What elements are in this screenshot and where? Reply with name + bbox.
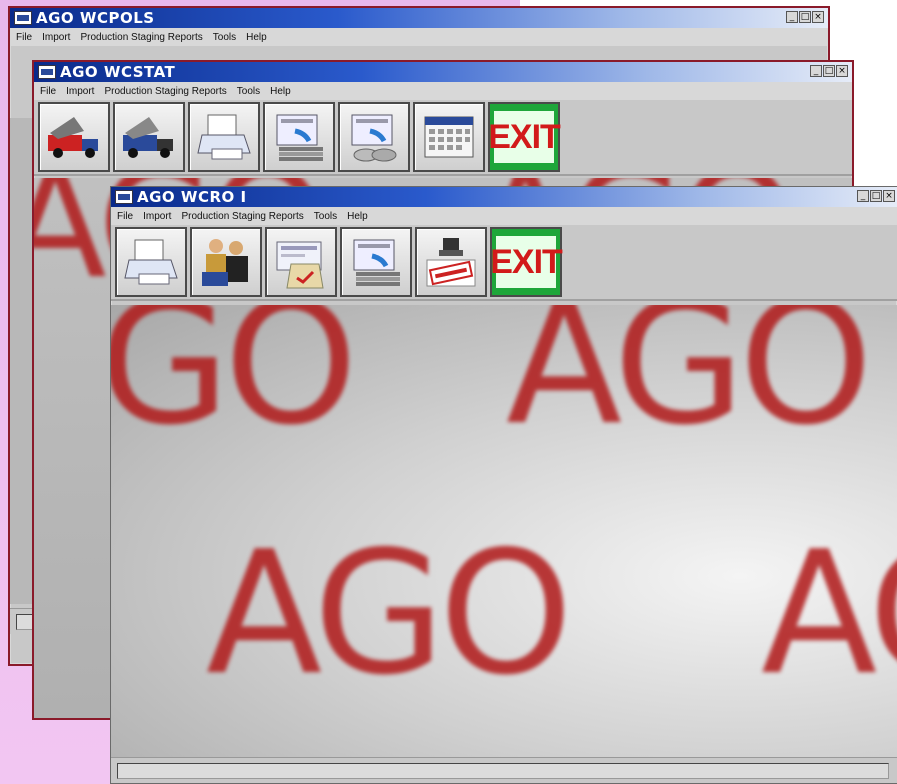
form-edit-button[interactable] bbox=[265, 227, 337, 297]
menu-file[interactable]: File bbox=[40, 86, 56, 97]
menu-help[interactable]: Help bbox=[347, 211, 368, 222]
menu-tools[interactable]: Tools bbox=[213, 32, 236, 43]
menubar: File Import Production Staging Reports T… bbox=[111, 207, 897, 225]
workers-button[interactable] bbox=[190, 227, 262, 297]
form-edit-icon bbox=[276, 241, 324, 289]
calendar-icon bbox=[424, 116, 474, 158]
maximize-button[interactable]: □ bbox=[799, 11, 811, 23]
menu-help[interactable]: Help bbox=[246, 32, 267, 43]
toolbar: EXIT bbox=[111, 225, 897, 301]
menubar: File Import Production Staging Reports T… bbox=[34, 82, 852, 100]
report-stack-icon bbox=[353, 239, 400, 286]
close-button[interactable]: × bbox=[836, 65, 848, 77]
watermark-logo: AGO bbox=[111, 305, 358, 463]
titlebar[interactable]: AGO WCRO I _ □ × bbox=[111, 187, 897, 207]
report-disk-icon bbox=[351, 114, 397, 162]
truck-icon bbox=[48, 117, 98, 158]
maximize-button[interactable]: □ bbox=[823, 65, 835, 77]
menu-production-staging-reports[interactable]: Production Staging Reports bbox=[104, 86, 226, 97]
menu-import[interactable]: Import bbox=[66, 86, 94, 97]
menu-import[interactable]: Import bbox=[143, 211, 171, 222]
menu-file[interactable]: File bbox=[117, 211, 133, 222]
truck-unload-button[interactable] bbox=[113, 102, 185, 172]
menu-tools[interactable]: Tools bbox=[237, 86, 260, 97]
window-title: AGO WCSTAT bbox=[60, 63, 176, 81]
approved-stamp-icon bbox=[426, 238, 476, 287]
watermark-logo: AGO bbox=[206, 515, 573, 713]
statusbar bbox=[111, 757, 897, 783]
menubar: File Import Production Staging Reports T… bbox=[10, 28, 828, 46]
menu-production-staging-reports[interactable]: Production Staging Reports bbox=[181, 211, 303, 222]
exit-label: EXIT bbox=[488, 111, 561, 163]
maximize-button[interactable]: □ bbox=[870, 190, 882, 202]
watermark-logo: AGO bbox=[761, 515, 897, 713]
truck-load-button[interactable] bbox=[38, 102, 110, 172]
calendar-button[interactable] bbox=[413, 102, 485, 172]
window-title: AGO WCPOLS bbox=[36, 9, 155, 27]
report-stack-button[interactable] bbox=[340, 227, 412, 297]
minimize-button[interactable]: _ bbox=[857, 190, 869, 202]
titlebar[interactable]: AGO WCSTAT _ □ × bbox=[34, 62, 852, 82]
report-stack-button[interactable] bbox=[263, 102, 335, 172]
window-controls: _ □ × bbox=[786, 11, 824, 23]
toolbar: EXIT bbox=[34, 100, 852, 176]
printer-icon bbox=[124, 239, 178, 285]
titlebar[interactable]: AGO WCPOLS _ □ × bbox=[10, 8, 828, 28]
content-area: AGO AGO AGO AGO bbox=[111, 305, 897, 757]
window-controls: _ □ × bbox=[810, 65, 848, 77]
status-field bbox=[117, 763, 889, 779]
exit-label: EXIT bbox=[490, 236, 563, 288]
report-stack-icon bbox=[276, 114, 323, 161]
menu-file[interactable]: File bbox=[16, 32, 32, 43]
menu-tools[interactable]: Tools bbox=[314, 211, 337, 222]
workers-icon bbox=[202, 239, 248, 286]
close-button[interactable]: × bbox=[812, 11, 824, 23]
watermark-logo: AGO bbox=[506, 305, 873, 463]
window-controls: _ □ × bbox=[857, 190, 895, 202]
truck-icon bbox=[123, 117, 173, 158]
print-button[interactable] bbox=[188, 102, 260, 172]
print-button[interactable] bbox=[115, 227, 187, 297]
report-disk-button[interactable] bbox=[338, 102, 410, 172]
exit-button[interactable]: EXIT bbox=[490, 227, 563, 297]
menu-production-staging-reports[interactable]: Production Staging Reports bbox=[80, 32, 202, 43]
printer-icon bbox=[197, 114, 251, 160]
app-icon bbox=[38, 65, 56, 79]
exit-button[interactable]: EXIT bbox=[488, 102, 561, 172]
close-button[interactable]: × bbox=[883, 190, 895, 202]
window-title: AGO WCRO I bbox=[137, 188, 247, 206]
menu-help[interactable]: Help bbox=[270, 86, 291, 97]
app-icon bbox=[14, 11, 32, 25]
minimize-button[interactable]: _ bbox=[810, 65, 822, 77]
app-icon bbox=[115, 190, 133, 204]
approve-button[interactable] bbox=[415, 227, 487, 297]
window-wcroi: AGO WCRO I _ □ × File Import Production … bbox=[110, 186, 897, 784]
menu-import[interactable]: Import bbox=[42, 32, 70, 43]
minimize-button[interactable]: _ bbox=[786, 11, 798, 23]
